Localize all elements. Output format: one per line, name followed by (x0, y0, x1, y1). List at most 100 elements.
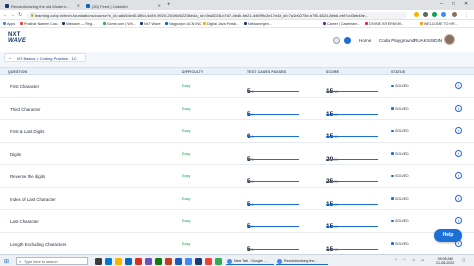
extension-icon[interactable] (441, 12, 446, 17)
progress-fill (247, 181, 299, 183)
app-icon[interactable] (145, 257, 152, 265)
reload-icon[interactable]: ↻ (18, 12, 22, 18)
table-row[interactable]: First Character Easy 5/5 15/15 SOLVED › (0, 75, 474, 98)
volume-icon[interactable]: ◁ (412, 258, 415, 262)
difficulty-badge: Easy (182, 129, 191, 133)
bookmark-item[interactable]: Nagpurjon UCN INC (165, 22, 202, 26)
app-icon[interactable] (215, 257, 222, 265)
taskbar-clock[interactable]: 09:05 AM 21-08-2022 (436, 257, 454, 265)
edge-icon[interactable] (105, 257, 112, 265)
bookmark-item[interactable]: Apps (3, 22, 15, 26)
app-icon[interactable] (205, 257, 212, 265)
window-close-icon[interactable]: ✕ (464, 1, 468, 7)
search-placeholder: Type here to search (24, 259, 58, 264)
bookmark-item[interactable]: Nxtwave/gen... (244, 22, 272, 26)
bookmark-icon (140, 22, 143, 25)
menu-icon[interactable]: ⋮ (464, 12, 469, 18)
bookmark-item[interactable]: Gcme.com | Wh... (103, 22, 136, 26)
table-row[interactable]: Reverse the digits Easy 5/5 25/25 SOLVED › (0, 165, 474, 188)
arrow-right-circle-icon[interactable]: › (455, 127, 462, 134)
progress-fill (247, 226, 299, 228)
question-title[interactable]: Reverse the digits (10, 174, 45, 179)
extension-icon[interactable] (423, 12, 428, 17)
chrome-icon (227, 258, 232, 264)
arrow-right-circle-icon[interactable]: › (455, 82, 462, 89)
arrow-right-circle-icon[interactable]: › (455, 217, 462, 224)
notifications-icon[interactable]: ▢ (462, 258, 465, 262)
question-title[interactable]: Last Character (10, 219, 39, 224)
table-row[interactable]: Third Character Easy 5/5 15/15 SOLVED › (0, 97, 474, 120)
word-icon[interactable] (175, 257, 182, 265)
battery-icon[interactable]: ▭ (421, 258, 424, 262)
status-badge: SOLVED (391, 174, 409, 178)
windows-start-icon[interactable]: ⊞ (4, 258, 9, 265)
help-button[interactable]: Help (434, 229, 462, 242)
new-tab-icon[interactable]: + (167, 2, 171, 8)
bookmark-icon (165, 22, 168, 25)
arrow-right-circle-icon[interactable]: › (455, 149, 462, 157)
table-row[interactable]: Length Excluding Characters Easy 5/5 15/15 S… (0, 232, 474, 255)
bookmark-item[interactable]: Digital Java Portal... (203, 22, 239, 26)
app-icon[interactable] (165, 257, 172, 265)
avatar[interactable] (444, 34, 455, 45)
forward-icon[interactable]: → (10, 12, 15, 18)
store-icon[interactable] (125, 257, 132, 265)
score-cell: 20/20 (326, 148, 378, 166)
bookmark-item[interactable]: Career | Caselearn... (323, 22, 360, 26)
app-icon[interactable] (155, 257, 162, 265)
mail-icon[interactable] (135, 257, 142, 265)
nav-home[interactable]: Home (359, 38, 371, 43)
bookmark-item[interactable]: Nxtwave — Reg... (62, 22, 95, 26)
question-title[interactable]: First & Last Digits (10, 129, 44, 134)
nxtwave-logo[interactable]: NXT WAVE (8, 32, 26, 44)
browser-tab-1[interactable]: Revolutionizing the old Modern... ✕ (2, 1, 82, 10)
question-title[interactable]: Index of Last Character (10, 197, 56, 202)
notification-icon[interactable] (333, 37, 340, 44)
profile-icon[interactable] (452, 12, 457, 17)
bookmark-item[interactable]: WELCOME TO HR... (420, 22, 458, 26)
breadcrumb-text[interactable]: I/O Basics > Coding Practice - 1C (17, 56, 77, 61)
chat-icon[interactable] (344, 37, 351, 44)
close-icon[interactable]: ✕ (77, 3, 80, 8)
nav-coding-playground[interactable]: Coda Playground (379, 38, 415, 43)
table-row[interactable]: Last Character Easy 5/5 15/15 SOLVED › (0, 210, 474, 233)
status-dot-icon (391, 174, 394, 178)
taskbar-app-chrome[interactable]: New Tab - Google ... (226, 258, 274, 265)
table-row[interactable]: Digits Easy 5/5 20/20 SOLVED › (0, 142, 474, 166)
tray-chevron-icon[interactable]: ^ (395, 258, 397, 262)
question-title[interactable]: Third Character (10, 107, 41, 112)
back-arrow-icon[interactable]: ← (8, 55, 13, 60)
nav-username[interactable]: RUAKSSIDIN (414, 38, 442, 43)
question-title[interactable]: First Character (10, 84, 39, 89)
bookmark-item[interactable]: NxT Wave (140, 22, 161, 26)
extension-icon[interactable] (432, 12, 437, 17)
table-row[interactable]: First & Last Digits Easy 6/6 15/15 SOLVED › (0, 120, 474, 143)
status-dot-icon (391, 242, 394, 245)
question-title[interactable]: Length Excluding Characters (10, 242, 66, 247)
bookmark-item[interactable]: DIVINE INTERNSHI... (365, 22, 404, 26)
minimize-icon[interactable]: – (440, 1, 443, 7)
taskbar-app-chrome-2[interactable]: Revolutionizing the... (276, 258, 328, 265)
app-icon[interactable] (185, 257, 192, 265)
url-input[interactable]: 🔒 learning.ccbp.in/tech-foundations/cour… (27, 11, 407, 19)
wifi-icon[interactable]: ◠ (403, 258, 406, 262)
maximize-icon[interactable]: □ (452, 1, 455, 7)
bookmark-item[interactable]: Prakhar Naeem Coa... (20, 22, 60, 26)
taskbar-search-input[interactable]: ⌕ Type here to search (16, 257, 88, 265)
arrow-right-circle-icon[interactable]: › (455, 172, 462, 179)
task-view-icon[interactable] (95, 257, 102, 265)
arrow-right-circle-icon[interactable]: › (455, 104, 462, 112)
back-icon[interactable]: ← (3, 12, 8, 18)
file-explorer-icon[interactable] (115, 257, 122, 265)
close-icon[interactable]: ✕ (158, 3, 161, 8)
score-cell: 25/25 (326, 170, 378, 188)
extension-icon[interactable] (414, 12, 419, 17)
arrow-right-circle-icon[interactable]: › (455, 194, 462, 202)
status-dot-icon (391, 197, 394, 200)
question-title[interactable]: Digits (10, 152, 21, 157)
url-text: learning.ccbp.in/tech-foundations/course… (35, 13, 369, 18)
table-row[interactable]: Index of Last Character Easy 5/5 15/15 SOLVE… (0, 187, 474, 210)
app-icon[interactable] (195, 257, 202, 265)
bookmark-icon (420, 22, 423, 25)
browser-tab-2[interactable]: (20) Feed | LinkedIn ✕ (83, 1, 163, 10)
